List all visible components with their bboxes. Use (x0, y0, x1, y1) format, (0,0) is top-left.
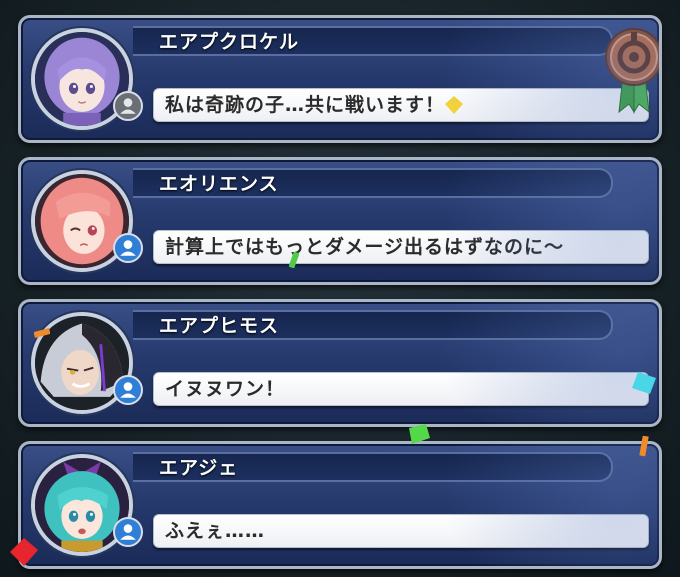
confetti-piece (632, 372, 656, 394)
player-name: エオリエンス (159, 173, 279, 195)
player-message: 私は奇跡の子…共に戦います！ (165, 94, 446, 116)
player-card-2[interactable]: エオリエンス 計算上ではもっとダメージ出るはずなのに～ (18, 157, 662, 285)
player-name: エアジェ (159, 457, 239, 479)
user-online-icon (113, 517, 143, 547)
player-message: イヌヌワン！ (165, 378, 286, 400)
player-card-1[interactable]: エアプクロケル 私は奇跡の子…共に戦います！ (18, 15, 662, 143)
user-offline-icon (113, 91, 143, 121)
player-message: 計算上ではもっとダメージ出るはずなのに～ (165, 236, 565, 258)
confetti-piece (289, 252, 299, 268)
player-message: ふえぇ…… (165, 520, 266, 542)
confetti-piece (34, 328, 50, 338)
player-card-3[interactable]: エアプヒモス イヌヌワン！ (18, 299, 662, 427)
user-online-icon (113, 233, 143, 263)
player-name: エアプクロケル (159, 31, 300, 53)
player-card-4[interactable]: エアジェ ふえぇ…… (18, 441, 662, 569)
confetti-piece (10, 538, 38, 566)
confetti-piece (445, 96, 463, 114)
user-online-icon (113, 375, 143, 405)
confetti-piece (409, 424, 430, 444)
bronze-rank-medal-icon[interactable] (603, 26, 659, 118)
battle-chat-screen: { "players": [ { "name": "エアプクロケル", "mes… (0, 0, 680, 577)
player-name: エアプヒモス (159, 315, 280, 337)
confetti-piece (639, 436, 649, 457)
